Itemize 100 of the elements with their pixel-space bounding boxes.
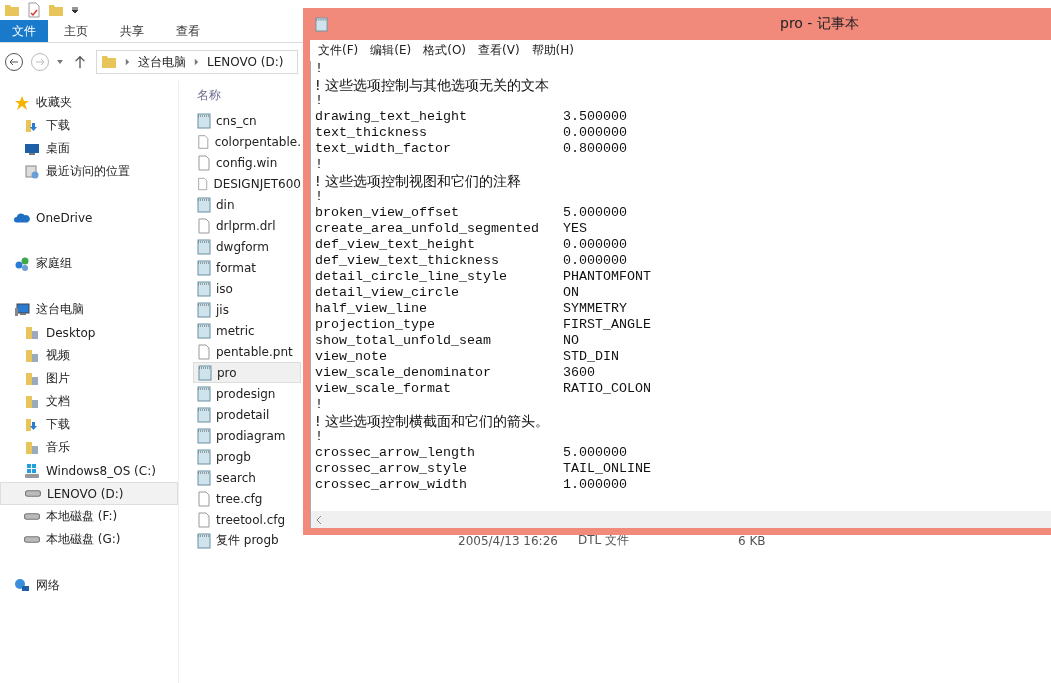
file-item[interactable]: pro	[193, 362, 301, 383]
ribbon-tab[interactable]: 文件	[0, 20, 48, 42]
nav-item[interactable]: 文档	[0, 390, 178, 413]
folder-icon	[24, 324, 40, 341]
nav-item[interactable]: 图片	[0, 367, 178, 390]
file-item[interactable]: tree.cfg	[193, 488, 301, 509]
file-item[interactable]: progb	[193, 446, 301, 467]
nav-item[interactable]: LENOVO (D:)	[0, 482, 178, 505]
nav-item[interactable]: 视频	[0, 344, 178, 367]
option-name: view_scale_format	[315, 381, 452, 397]
menu-item[interactable]: 格式(O)	[423, 42, 467, 59]
chevron-icon	[194, 58, 199, 66]
nav-item[interactable]: 这台电脑	[0, 298, 178, 321]
horizontal-scrollbar[interactable]	[310, 511, 1051, 528]
dropdown-icon[interactable]	[70, 5, 80, 15]
column-header[interactable]: 名称	[197, 87, 287, 105]
option-value: RATIO_COLON	[563, 381, 651, 397]
drive-icon	[25, 490, 41, 497]
file-item[interactable]: metric	[193, 320, 301, 341]
ribbon-tab[interactable]: 查看	[160, 20, 216, 42]
comment-line: ! 这些选项控制横截面和它们的箭头。	[315, 413, 550, 429]
breadcrumb[interactable]: LENOVO (D:)	[207, 55, 284, 69]
nav-item[interactable]: 音乐	[0, 436, 178, 459]
blank-file-icon	[197, 217, 211, 234]
text-editor[interactable]	[310, 61, 1051, 511]
menu-item[interactable]: 查看(V)	[478, 42, 520, 59]
nav-item[interactable]: 收藏夹	[0, 91, 178, 114]
file-item[interactable]: DESIGNJET600	[193, 173, 301, 194]
text-line: !	[315, 157, 323, 173]
nav-item[interactable]: 桌面	[0, 137, 178, 160]
option-value: 5.000000	[563, 205, 627, 221]
file-item[interactable]: format	[193, 257, 301, 278]
option-value: STD_DIN	[563, 349, 619, 365]
nav-item[interactable]: 最近访问的位置	[0, 160, 178, 183]
blank-file-icon	[197, 511, 211, 528]
nav-item[interactable]: 网络	[0, 574, 178, 597]
text-file-icon	[197, 406, 211, 423]
option-name: def_view_text_thickness	[315, 253, 500, 269]
nav-item[interactable]: 家庭组	[0, 252, 178, 275]
option-value: 0.000000	[563, 125, 627, 141]
ribbon-tab[interactable]: 主页	[48, 20, 104, 42]
folder-icon	[101, 54, 117, 70]
nav-item[interactable]: OneDrive	[0, 206, 178, 229]
scroll-left-icon[interactable]	[316, 514, 322, 525]
file-item[interactable]: jis	[193, 299, 301, 320]
drive-icon	[24, 513, 40, 520]
nav-item[interactable]: 本地磁盘 (F:)	[0, 505, 178, 528]
file-item[interactable]: prodiagram	[193, 425, 301, 446]
file-item[interactable]: pentable.pnt	[193, 341, 301, 362]
file-item[interactable]: config.win	[193, 152, 301, 173]
option-value: TAIL_ONLINE	[563, 461, 651, 477]
option-value: 1.000000	[563, 477, 627, 493]
option-value: 3600	[563, 365, 595, 381]
text-file-icon	[197, 301, 211, 318]
blank-file-icon	[197, 154, 211, 171]
text-file-icon	[197, 196, 211, 213]
document-icon[interactable]	[26, 2, 42, 18]
file-type: DTL 文件	[578, 532, 631, 549]
option-name: crossec_arrow_length	[315, 445, 476, 461]
file-item[interactable]: prodesign	[193, 383, 301, 404]
file-item[interactable]: din	[193, 194, 301, 215]
option-value: 3.500000	[563, 109, 627, 125]
option-name: crossec_arrow_style	[315, 461, 468, 477]
file-item[interactable]: prodetail	[193, 404, 301, 425]
text-file-icon	[197, 469, 211, 486]
nav-item[interactable]: 本地磁盘 (G:)	[0, 528, 178, 551]
file-item[interactable]: colorpentable.	[193, 131, 301, 152]
ribbon-tab[interactable]: 共享	[104, 20, 160, 42]
blank-file-icon	[197, 490, 211, 507]
file-item[interactable]: drlprm.drl	[193, 215, 301, 236]
option-value: ON	[563, 285, 579, 301]
option-name: show_total_unfold_seam	[315, 333, 492, 349]
address-bar[interactable]: 这台电脑 LENOVO (D:)	[96, 50, 298, 74]
menu-item[interactable]: 编辑(E)	[370, 42, 412, 59]
blank-file-icon	[197, 175, 209, 192]
nav-item[interactable]: 下载	[0, 114, 178, 137]
comment-line: ! 这些选项控制视图和它们的注释	[315, 173, 522, 189]
option-name: detail_circle_line_style	[315, 269, 508, 285]
option-value: 0.800000	[563, 141, 627, 157]
menu-item[interactable]: 文件(F)	[318, 42, 359, 59]
text-file-icon	[197, 427, 211, 444]
text-line: !	[315, 397, 323, 413]
file-item[interactable]: search	[193, 467, 301, 488]
chevron-icon	[125, 58, 130, 66]
up-arrow-icon[interactable]	[74, 55, 86, 69]
nav-item[interactable]: Windows8_OS (C:)	[0, 459, 178, 482]
option-name: view_note	[315, 349, 388, 365]
text-file-icon	[197, 448, 211, 465]
file-item[interactable]: 复件 progb	[193, 530, 301, 551]
back-icon[interactable]	[4, 52, 24, 72]
file-item[interactable]: dwgform	[193, 236, 301, 257]
nav-item[interactable]: 下载	[0, 413, 178, 436]
file-item[interactable]: treetool.cfg	[193, 509, 301, 530]
option-name: detail_view_circle	[315, 285, 460, 301]
text-file-icon	[197, 259, 211, 276]
nav-item[interactable]: Desktop	[0, 321, 178, 344]
breadcrumb[interactable]: 这台电脑	[138, 53, 186, 71]
file-item[interactable]: cns_cn	[193, 110, 301, 131]
menu-item[interactable]: 帮助(H)	[531, 42, 574, 59]
file-item[interactable]: iso	[193, 278, 301, 299]
